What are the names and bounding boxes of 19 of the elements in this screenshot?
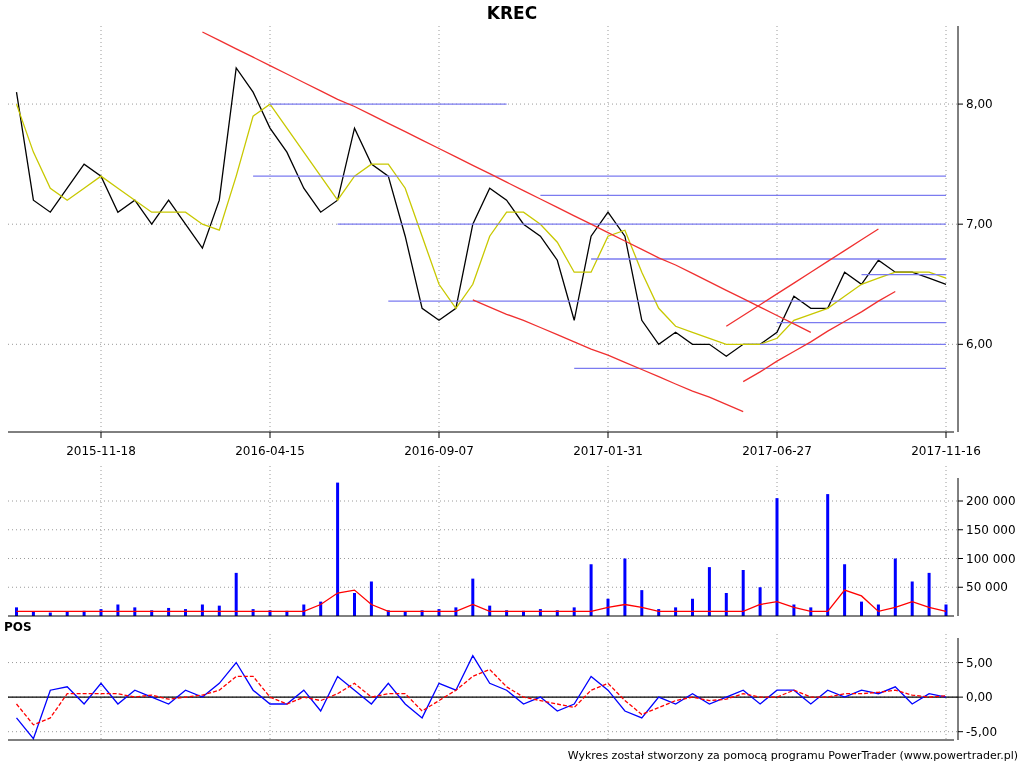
axis-label: 7,00: [966, 217, 993, 232]
footer-credit: Wykres został stworzony za pomocą programu PowerTrader (www.powertrader.pl): [567, 749, 1018, 761]
axis-label: 200 000: [966, 494, 1016, 508]
axis-label: 2017-11-16: [911, 444, 981, 458]
axis-label: 2015-11-18: [66, 444, 136, 458]
axis-label: 100 000: [966, 551, 1016, 566]
axis-label: -5,00: [966, 724, 998, 739]
axis-label: 6,00: [966, 337, 993, 352]
axis-label: 5,00: [966, 655, 993, 670]
axis-label: 2017-06-27: [742, 444, 812, 458]
axis-label: 0,00: [966, 690, 993, 705]
axis-label: 2017-01-31: [573, 444, 643, 458]
axis-label: 50 000: [966, 580, 1008, 595]
axis-label: 8,00: [966, 97, 993, 112]
chart-title: KREC: [486, 4, 538, 22]
axis-label: 2016-04-15: [235, 444, 305, 458]
indicator-title: POS: [4, 621, 32, 633]
axis-label: 150 000: [966, 522, 1016, 537]
axis-label: 2016-09-07: [404, 444, 474, 458]
